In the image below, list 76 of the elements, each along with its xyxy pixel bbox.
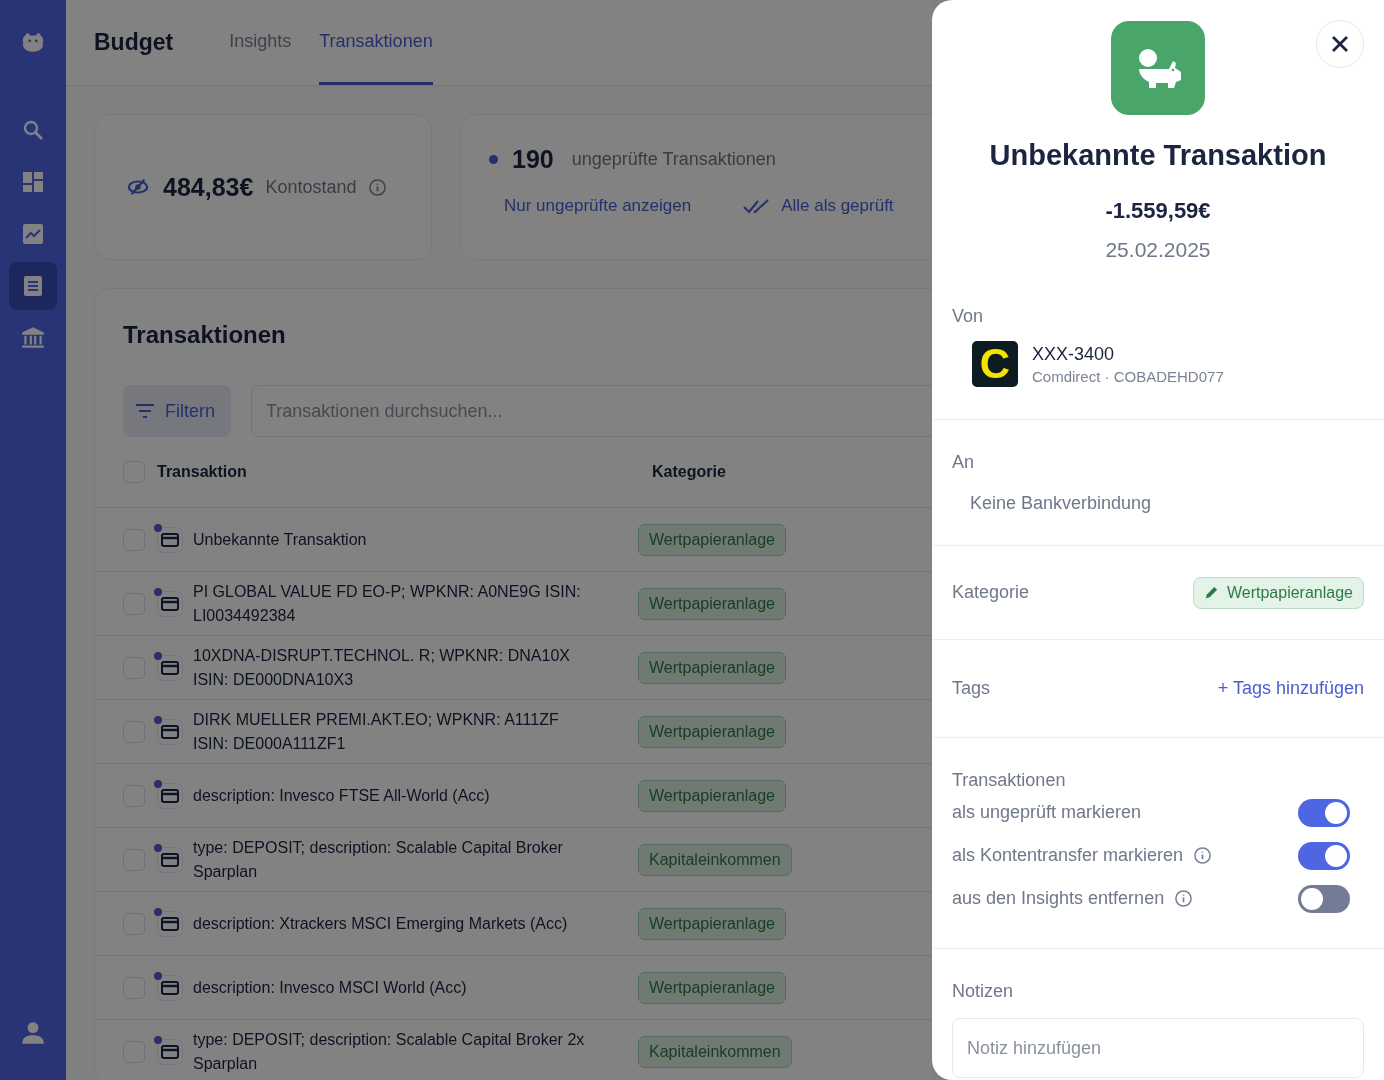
transaction-amount: -1.559,59€ bbox=[1104, 198, 1212, 224]
transaction-title: Unbekannte Transaktion bbox=[988, 139, 1328, 172]
transaction-name: description: Invesco MSCI World (Acc) bbox=[193, 977, 468, 998]
category-label: Kategorie bbox=[952, 582, 1030, 603]
from-label: Von bbox=[952, 306, 985, 327]
category-tag[interactable]: Wertpapieranlage bbox=[638, 779, 786, 812]
card-icon bbox=[157, 526, 183, 553]
balance-amount: 484,83€ bbox=[163, 172, 254, 202]
filter-icon bbox=[135, 403, 155, 419]
filter-button[interactable]: Filtern bbox=[123, 385, 231, 437]
transaction-name: type: DEPOSIT; description: Scalable Capital Broker 2x Sparplan bbox=[193, 1029, 586, 1074]
tab[interactable]: Insights bbox=[229, 0, 292, 85]
category-tag[interactable]: Wertpapieranlage bbox=[638, 907, 786, 940]
transaction-name: Unbekannte Transaktion bbox=[193, 529, 368, 550]
column-header: Kategorie bbox=[652, 463, 727, 481]
category-button[interactable]: Wertpapieranlage bbox=[1193, 576, 1364, 609]
transaction-name: DIRK MUELLER PREMI.AKT.EO; WPKNR: A111ZF ISIN: DE000A111ZF1 bbox=[193, 709, 560, 754]
toggle-switch[interactable] bbox=[1298, 884, 1350, 913]
toggles-title: Transaktionen bbox=[952, 770, 1067, 791]
page-title: Budget bbox=[94, 29, 174, 56]
category-tag[interactable]: Kapitaleinkommen bbox=[638, 843, 792, 876]
bank-logo: C bbox=[972, 341, 1018, 387]
status-dot bbox=[489, 155, 498, 164]
info-icon[interactable] bbox=[1193, 846, 1213, 865]
toggle-switch[interactable] bbox=[1298, 841, 1350, 870]
info-icon[interactable] bbox=[368, 177, 388, 197]
category-tag[interactable]: Wertpapieranlage bbox=[638, 587, 786, 620]
show-unreviewed-link[interactable]: Nur ungeprüfte anzeigen bbox=[504, 196, 692, 216]
to-label: An bbox=[952, 452, 976, 473]
transaction-name: description: Xtrackers MSCI Emerging Markets (Acc) bbox=[193, 913, 569, 934]
recipient-text: Keine Bankverbindung bbox=[970, 493, 1153, 514]
add-tags-link[interactable]: + Tags hinzufügen bbox=[1217, 678, 1364, 699]
section-title: Transaktionen bbox=[122, 320, 287, 349]
card-icon bbox=[157, 718, 183, 745]
card-icon bbox=[157, 1038, 183, 1065]
category-tag[interactable]: Wertpapieranlage bbox=[638, 971, 786, 1004]
hippo-logo-icon[interactable] bbox=[20, 32, 46, 54]
toggle-label: als ungeprüft markieren bbox=[952, 802, 1142, 823]
notes-field[interactable]: Notiz hinzufügen bbox=[952, 1018, 1364, 1078]
piggy-bank-icon bbox=[1111, 21, 1205, 115]
card-icon bbox=[157, 782, 183, 809]
card-icon bbox=[157, 974, 183, 1001]
transaction-name: description: Invesco FTSE All-World (Acc) bbox=[193, 785, 491, 806]
mark-all-reviewed-link[interactable]: Alle als geprüft bbox=[781, 196, 894, 216]
transaction-name: PI GLOBAL VALUE FD EO-P; WPKNR: A0NE9G ISIN: LI0034492384 bbox=[193, 581, 582, 626]
bank-info: Comdirect · COBADEHD077 bbox=[1032, 367, 1224, 385]
toggle-switch[interactable] bbox=[1298, 798, 1350, 827]
info-icon[interactable] bbox=[1174, 889, 1194, 908]
toggle-label: als Kontentransfer markieren bbox=[952, 845, 1184, 866]
close-button[interactable] bbox=[1316, 20, 1364, 68]
toggle-label: aus den Insights entfernen bbox=[952, 888, 1165, 909]
close-icon bbox=[1330, 34, 1350, 54]
card-icon bbox=[157, 590, 183, 617]
column-header: Transaktion bbox=[157, 463, 248, 481]
tags-label: Tags bbox=[952, 678, 991, 699]
account-number: XXX-3400 bbox=[1032, 343, 1116, 365]
tab[interactable]: Transaktionen bbox=[319, 0, 433, 85]
category-tag[interactable]: Kapitaleinkommen bbox=[638, 1035, 792, 1068]
card-icon bbox=[157, 910, 183, 937]
balance-label: Kontostand bbox=[265, 176, 357, 198]
category-tag[interactable]: Wertpapieranlage bbox=[638, 715, 786, 748]
notes-label: Notizen bbox=[952, 981, 1015, 1002]
eye-off-icon[interactable] bbox=[125, 176, 151, 198]
transaction-name: 10XDNA-DISRUPT.TECHNOL. R; WPKNR: DNA10X ISIN: DE000DNA10X3 bbox=[193, 645, 571, 690]
receipt-icon[interactable] bbox=[9, 262, 57, 310]
card-icon bbox=[157, 654, 183, 681]
card-icon bbox=[157, 846, 183, 873]
transaction-date: 25.02.2025 bbox=[1104, 238, 1212, 262]
category-tag[interactable]: Wertpapieranlage bbox=[638, 651, 786, 684]
search-field[interactable]: Transaktionen durchsuchen... bbox=[251, 385, 932, 437]
transaction-name: type: DEPOSIT; description: Scalable Capital Broker Sparplan bbox=[193, 837, 564, 882]
review-label: ungeprüfte Transaktionen bbox=[571, 149, 776, 170]
review-count: 190 bbox=[512, 145, 554, 174]
pencil-icon bbox=[1204, 585, 1219, 600]
user-icon[interactable] bbox=[20, 1020, 46, 1046]
category-tag[interactable]: Wertpapieranlage bbox=[638, 523, 786, 556]
